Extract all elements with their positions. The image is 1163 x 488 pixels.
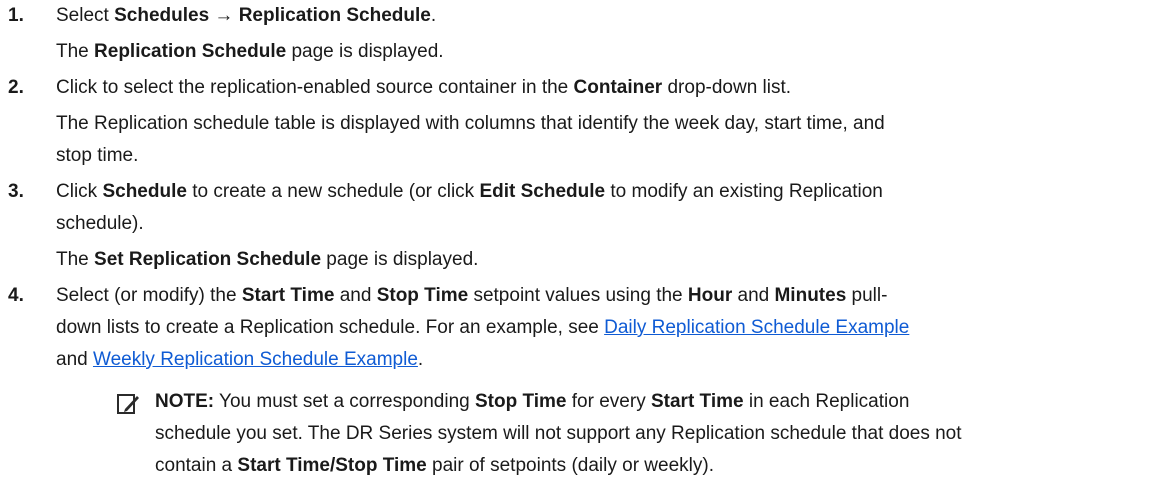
text: You must set a corresponding [214,391,475,412]
field-name: Hour [687,285,733,306]
text: for every [566,391,651,412]
text: contain a [155,455,238,476]
procedure-document: 1. Select Schedules → Replication Schedu… [0,0,1163,482]
field-name: Stop Time [376,285,469,306]
field-name: Start Time/Stop Time [237,455,427,476]
note-label: NOTE: [155,391,215,412]
button-name: Edit Schedule [479,181,606,202]
text: pair of setpoints (daily or weekly). [426,455,714,476]
menu-path: Schedules → Replication Schedule [114,5,431,26]
field-name: Start Time [241,285,335,306]
text: page is displayed. [321,249,479,270]
text: The [56,41,95,62]
text: setpoint values using the [468,285,688,306]
step-result: The Set Replication Schedule page is dis… [56,244,1163,276]
text: and [334,285,377,306]
note-line: NOTE: You must set a corresponding Stop … [155,386,1163,418]
button-name: Schedule [102,181,187,202]
text: Click to select the replication-enabled … [56,77,574,98]
field-name: Start Time [650,391,744,412]
text: pull- [846,285,888,306]
step-instruction-continued: and Weekly Replication Schedule Example. [56,344,1163,376]
text: Select (or modify) the [56,285,242,306]
text: page is displayed. [286,41,444,62]
text: . [417,349,424,370]
pencil-note-icon [116,392,140,416]
step-number: 3. [8,181,24,202]
step-result: The Replication Schedule page is display… [56,36,1163,68]
step-3: 3. Click Schedule to create a new schedu… [0,176,1163,276]
step-result: The Replication schedule table is displa… [56,113,885,134]
step-number: 2. [8,77,24,98]
step-instruction-continued: schedule). [56,213,144,234]
field-name: Stop Time [475,391,567,412]
step-1: 1. Select Schedules → Replication Schedu… [0,0,1163,68]
step-instruction-continued: down lists to create a Replication sched… [56,312,1163,344]
step-2: 2. Click to select the replication-enabl… [0,72,1163,172]
text: and [732,285,775,306]
text: in each Replication [743,391,910,412]
step-result-continued: stop time. [56,145,139,166]
daily-example-link[interactable]: Daily Replication Schedule Example [604,317,909,338]
text: down lists to create a Replication sched… [56,317,605,338]
page-name: Replication Schedule [94,41,287,62]
step-instruction: Select Schedules → Replication Schedule. [56,0,1163,32]
step-instruction: Click Schedule to create a new schedule … [56,176,1163,208]
field-name: Minutes [774,285,847,306]
text: . [430,5,437,26]
page-name: Set Replication Schedule [94,249,322,270]
step-4: 4. Select (or modify) the Start Time and… [0,280,1163,482]
step-number: 4. [8,285,24,306]
note-line: contain a Start Time/Stop Time pair of s… [155,450,1163,482]
note-block: NOTE: You must set a corresponding Stop … [56,386,1163,482]
text: Select [56,5,115,26]
step-instruction: Click to select the replication-enabled … [56,72,1163,104]
text: to create a new schedule (or click [186,181,480,202]
text: Click [56,181,103,202]
note-line: schedule you set. The DR Series system w… [155,423,962,444]
weekly-example-link[interactable]: Weekly Replication Schedule Example [93,349,418,370]
text: to modify an existing Replication [605,181,883,202]
text: The [56,249,95,270]
text: and [56,349,93,370]
field-name: Container [573,77,663,98]
text: drop-down list. [662,77,792,98]
step-instruction: Select (or modify) the Start Time and St… [56,280,1163,312]
step-number: 1. [8,5,24,26]
